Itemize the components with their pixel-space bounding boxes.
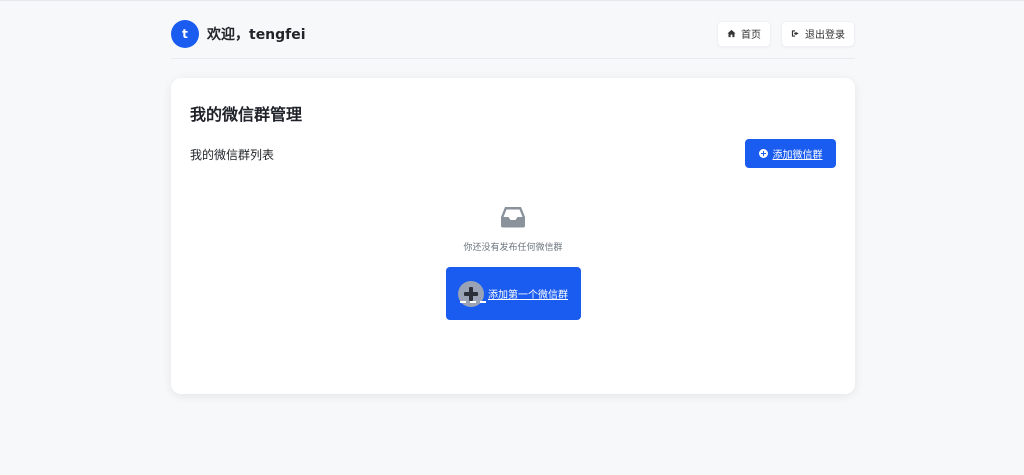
page-title: 我的微信群管理: [190, 105, 303, 124]
top-border: [0, 0, 1024, 1]
empty-message: 你还没有发布任何微信群: [463, 243, 563, 253]
user-info: t 欢迎，tengfei: [171, 19, 306, 48]
logout-icon: [791, 29, 800, 38]
group-management-card: 我的微信群管理 我的微信群列表 添加微信群 你还没有发布任何微信群 添加第一个微…: [171, 78, 855, 394]
home-button[interactable]: 首页: [717, 20, 771, 47]
icon-underline: [459, 301, 486, 303]
home-icon: [727, 29, 736, 38]
inbox-icon: [501, 207, 525, 228]
add-group-label: 添加微信群: [772, 150, 823, 161]
welcome-text: 欢迎，tengfei: [207, 26, 306, 43]
add-group-button[interactable]: 添加微信群: [745, 139, 836, 168]
logout-button[interactable]: 退出登录: [781, 20, 855, 47]
empty-state: 你还没有发布任何微信群 添加第一个微信群: [171, 206, 855, 320]
home-label: 首页: [741, 30, 761, 41]
list-title: 我的微信群列表: [190, 148, 275, 162]
header-actions: 首页 退出登录: [717, 20, 855, 47]
plus-circle-icon: [758, 149, 768, 158]
add-first-group-label: 添加第一个微信群: [488, 290, 568, 301]
add-first-group-button[interactable]: 添加第一个微信群: [445, 267, 581, 320]
avatar: t: [171, 19, 199, 48]
logout-label: 退出登录: [805, 30, 845, 41]
page-header: t 欢迎，tengfei 首页 退出登录: [171, 17, 855, 59]
